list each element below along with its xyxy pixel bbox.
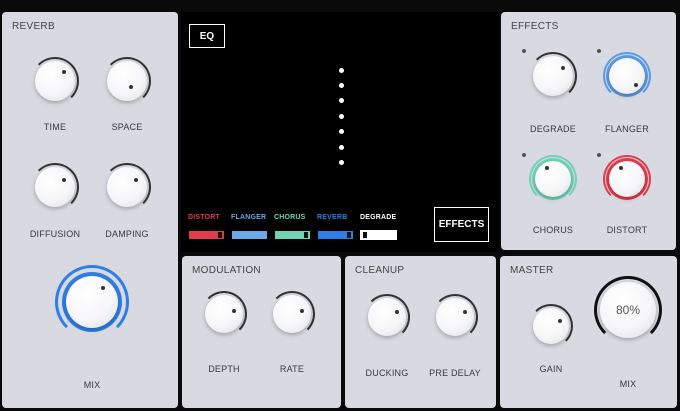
fx-bar-degrade[interactable] (360, 230, 397, 240)
rate-label: RATE (279, 364, 305, 374)
chorus-knob[interactable] (535, 161, 571, 197)
degrade-knob[interactable] (533, 56, 573, 96)
eq-dot[interactable] (339, 98, 344, 103)
gain-knob[interactable] (533, 308, 569, 344)
master-panel: MASTER GAIN 80% MIX (500, 256, 677, 408)
modulation-title: MODULATION (192, 265, 261, 276)
distort-knob[interactable] (609, 161, 645, 197)
eq-dot[interactable] (339, 145, 344, 150)
flanger-label: FLANGER (605, 124, 649, 134)
effects-panel: EFFECTS DEGRADE FLANGER CHORUS DISTORT (501, 12, 676, 250)
gain-label: GAIN (539, 364, 563, 374)
eq-dot[interactable] (339, 83, 344, 88)
degrade-power-dot[interactable] (522, 49, 526, 53)
fx-bar-distort[interactable] (188, 230, 225, 240)
reverb-title: REVERB (12, 21, 55, 32)
ducking-knob[interactable] (368, 298, 406, 336)
diffusion-knob[interactable] (35, 167, 75, 207)
fx-bar-flanger[interactable] (231, 230, 268, 240)
eq-display: EQ DISTORT FLANGER CHORUS REVERB DEGRADE… (181, 12, 499, 252)
cleanup-title: CLEANUP (355, 265, 405, 276)
modulation-panel: MODULATION DEPTH RATE (182, 256, 341, 408)
fx-label-chorus: CHORUS (274, 214, 306, 221)
fx-label-reverb: REVERB (317, 214, 348, 221)
flanger-power-dot[interactable] (597, 49, 601, 53)
effects-button[interactable]: EFFECTS (434, 207, 489, 242)
pre-delay-knob[interactable] (436, 298, 474, 336)
effects-title: EFFECTS (511, 21, 559, 32)
eq-button[interactable]: EQ (189, 24, 225, 48)
time-knob[interactable] (35, 61, 75, 101)
pre-delay-label: PRE DELAY (429, 368, 481, 378)
damping-knob[interactable] (107, 167, 147, 207)
distort-power-dot[interactable] (597, 153, 601, 157)
depth-knob[interactable] (205, 295, 243, 333)
reverb-mix-label: MIX (83, 380, 101, 390)
space-knob[interactable] (107, 61, 147, 101)
fx-label-distort: DISTORT (188, 214, 220, 221)
master-mix-label: MIX (619, 379, 637, 389)
space-label: SPACE (111, 122, 143, 132)
cleanup-panel: CLEANUP DUCKING PRE DELAY (345, 256, 496, 408)
fx-bar-reverb[interactable] (317, 230, 354, 240)
fx-label-flanger: FLANGER (231, 214, 267, 221)
reverb-panel: REVERB TIME SPACE DIFFUSION DAMPING MIX (2, 12, 178, 408)
fx-bar-chorus[interactable] (274, 230, 311, 240)
damping-label: DAMPING (105, 229, 149, 239)
rate-knob[interactable] (273, 295, 311, 333)
fx-label-degrade: DEGRADE (360, 214, 397, 221)
chorus-power-dot[interactable] (522, 153, 526, 157)
eq-dot[interactable] (339, 129, 344, 134)
flanger-knob[interactable] (609, 58, 645, 94)
eq-dot[interactable] (339, 160, 344, 165)
master-mix-value: 80% (615, 303, 641, 317)
master-title: MASTER (510, 265, 554, 276)
distort-label: DISTORT (606, 225, 648, 235)
eq-dot[interactable] (339, 114, 344, 119)
reverb-mix-knob[interactable] (66, 276, 118, 328)
eq-dot[interactable] (339, 68, 344, 73)
